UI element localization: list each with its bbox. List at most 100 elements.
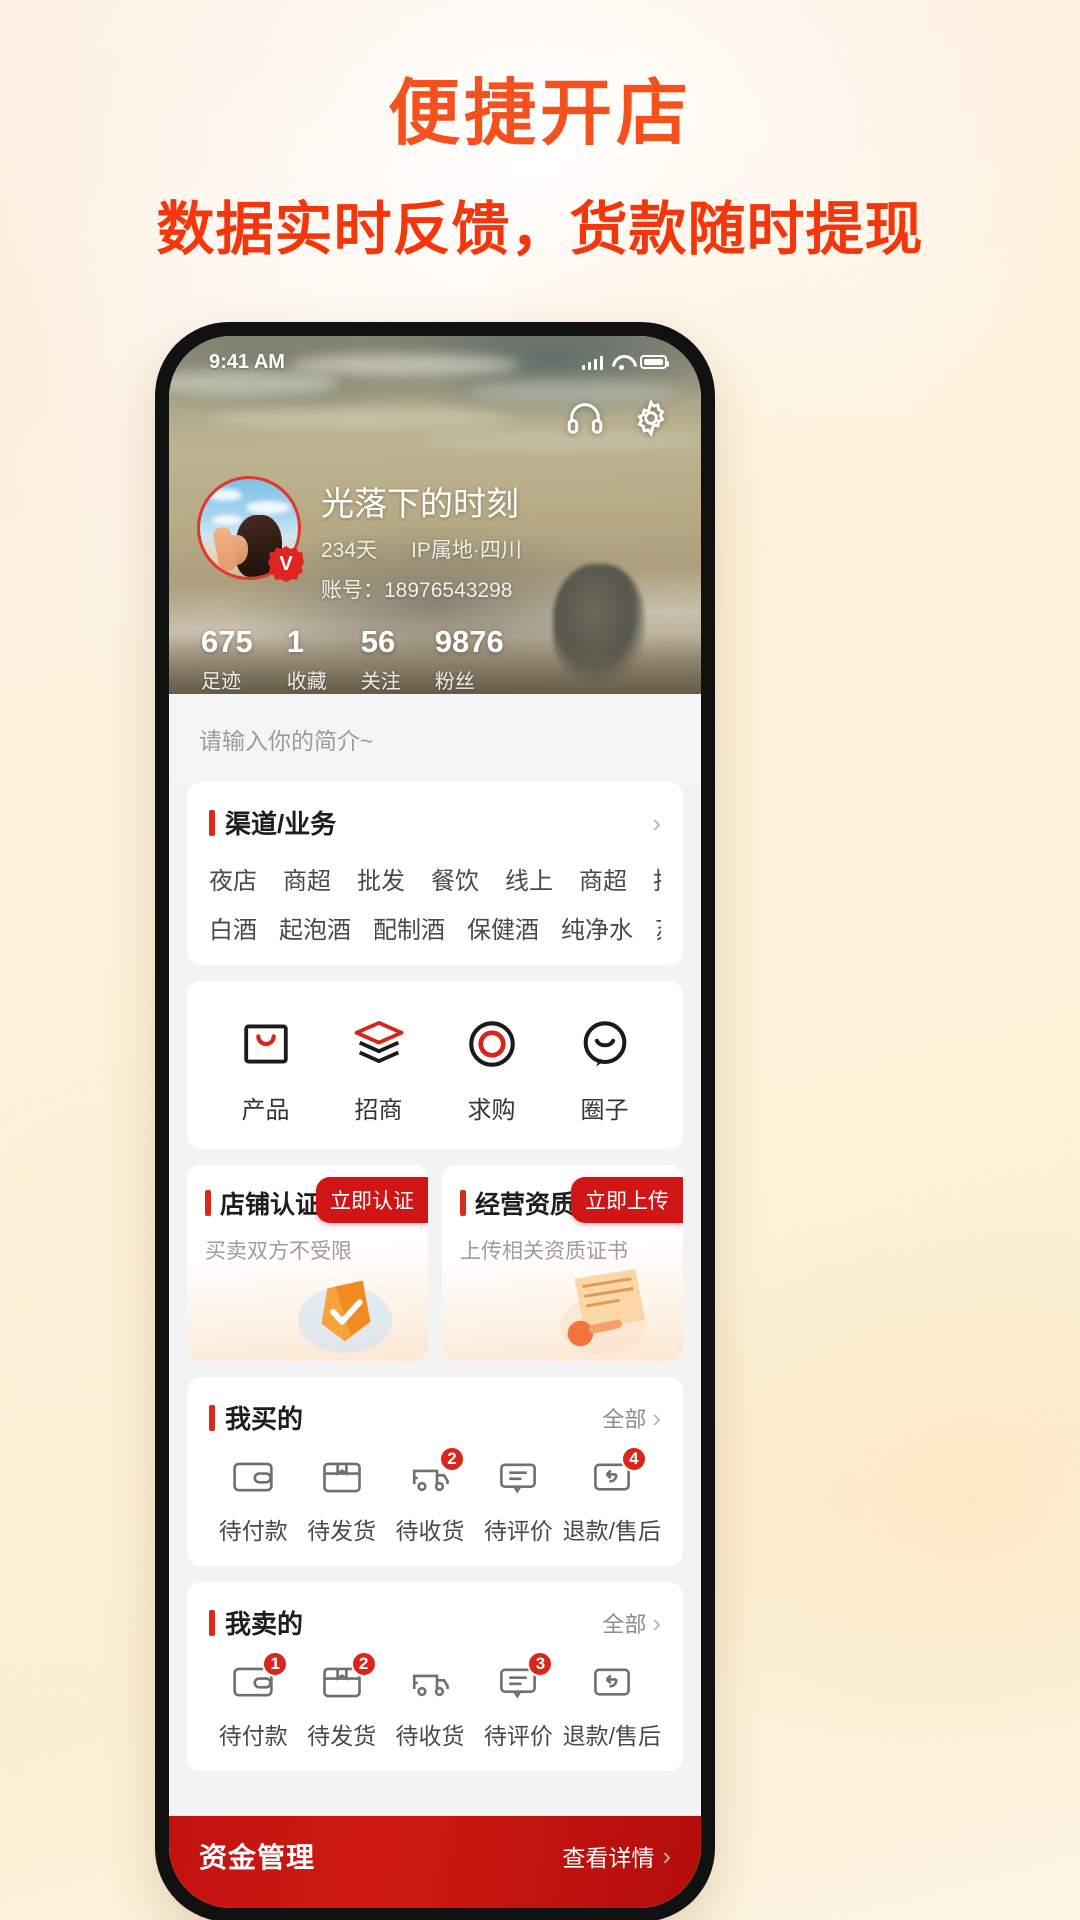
channel-tag[interactable]: 商超 — [283, 861, 331, 896]
order-label: 待收货 — [395, 1518, 465, 1544]
shop-certification-action[interactable]: 立即认证 — [316, 1177, 428, 1223]
business-qualification-title: 经营资质 — [475, 1191, 576, 1219]
channel-tag[interactable]: 餐饮 — [431, 861, 479, 896]
section-accent-bar — [209, 1609, 215, 1636]
status-time: 9:41 AM — [209, 350, 285, 373]
layers-icon — [352, 1017, 406, 1076]
channel-tag[interactable]: 线上 — [505, 861, 553, 896]
sold-status-shipped[interactable]: 待收货 — [386, 1659, 474, 1751]
stat-value: 675 — [201, 624, 253, 660]
channel-tag[interactable]: 商超 — [579, 861, 627, 896]
bought-more-label: 全部 — [602, 1406, 647, 1432]
bought-view-all[interactable]: 全部 › — [602, 1402, 661, 1434]
refund-icon — [587, 1659, 637, 1705]
order-label: 待付款 — [218, 1518, 288, 1544]
category-tag[interactable]: 纯净水 — [561, 910, 633, 945]
channel-tag[interactable]: 批发 — [653, 861, 661, 896]
category-tag[interactable]: 苏打气泡… — [655, 910, 661, 945]
chevron-right-icon[interactable]: › — [652, 810, 661, 836]
sold-title: 我卖的 — [225, 1609, 304, 1639]
profile-stats: 675 足迹 1 收藏 56 关注 9876 粉丝 — [197, 626, 673, 694]
order-label: 待评价 — [483, 1518, 553, 1544]
bought-status-shipped[interactable]: 2 待收货 — [386, 1446, 474, 1546]
sold-status-unreviewed[interactable]: 3 待评价 — [474, 1651, 562, 1751]
stat-label: 收藏 — [286, 670, 327, 693]
promo-header: 便捷开店 数据实时反馈，货款随时提现 — [0, 0, 1080, 266]
business-qualification-card[interactable]: 立即上传 经营资质 上传相关资质证书 — [442, 1165, 683, 1361]
phone-screen: 9:41 AM V 光落下的时刻 234天 IP属地·四川 账号：1897654… — [169, 336, 701, 1908]
bought-status-refund[interactable]: 4 退款/售后 — [562, 1446, 662, 1546]
quick-action-circle[interactable]: 圈子 — [548, 1003, 661, 1129]
bought-status-unshipped[interactable]: 待发货 — [297, 1454, 385, 1546]
business-qualification-subtitle: 上传相关资质证书 — [460, 1240, 628, 1263]
refund-icon: 4 — [587, 1446, 647, 1500]
badge-count: 1 — [262, 1651, 289, 1677]
business-qualification-action[interactable]: 立即上传 — [571, 1177, 683, 1223]
truck-icon: 2 — [405, 1446, 466, 1500]
badge-count: 2 — [350, 1651, 377, 1677]
sold-status-refund[interactable]: 退款/售后 — [563, 1659, 661, 1751]
headset-icon[interactable] — [565, 398, 605, 438]
quick-action-label: 产品 — [241, 1097, 290, 1124]
sold-status-unshipped[interactable]: 2 待发货 — [297, 1651, 385, 1751]
channel-title: 渠道/业务 — [225, 809, 337, 839]
order-label: 待发货 — [307, 1518, 377, 1544]
shop-certification-title: 店铺认证 — [220, 1191, 321, 1219]
bio-input[interactable]: 请输入你的简介~ — [169, 694, 701, 782]
channel-card[interactable]: 渠道/业务 › 夜店 商超 批发 餐饮 线上 商超 批发 餐饮… 白酒 起泡酒 … — [187, 782, 683, 965]
order-label: 退款/售后 — [562, 1518, 662, 1544]
category-tag[interactable]: 保健酒 — [467, 910, 539, 945]
stat-followers[interactable]: 9876 粉丝 — [435, 626, 538, 694]
bought-status-unpaid[interactable]: 待付款 — [209, 1454, 297, 1546]
quick-action-purchase[interactable]: 求购 — [435, 1003, 548, 1129]
channel-tag[interactable]: 夜店 — [209, 861, 257, 896]
profile-block: V 光落下的时刻 234天 IP属地·四川 账号：18976543298 675… — [169, 476, 701, 694]
sold-view-all[interactable]: 全部 › — [602, 1607, 661, 1639]
fund-management-action: 查看详情 — [562, 1845, 655, 1871]
section-accent-bar — [460, 1190, 466, 1216]
account-number: 18976543298 — [384, 579, 513, 603]
stat-value: 1 — [286, 624, 304, 660]
fund-management-title: 资金管理 — [199, 1842, 316, 1873]
quick-action-label: 招商 — [354, 1097, 403, 1124]
phone-mockup: 9:41 AM V 光落下的时刻 234天 IP属地·四川 账号：1897654… — [155, 322, 715, 1920]
sold-status-unpaid[interactable]: 1 待付款 — [209, 1651, 297, 1751]
quick-action-label: 求购 — [467, 1097, 516, 1124]
gear-icon[interactable] — [631, 398, 671, 438]
shop-certification-subtitle: 买卖双方不受限 — [205, 1240, 352, 1263]
section-accent-bar — [209, 809, 215, 836]
order-label: 退款/售后 — [562, 1723, 662, 1749]
signal-icon — [581, 355, 603, 370]
fund-management-bar[interactable]: 资金管理 查看详情 › — [169, 1816, 701, 1908]
quick-action-label: 圈子 — [580, 1097, 629, 1124]
channel-tags: 夜店 商超 批发 餐饮 线上 商超 批发 餐饮… — [209, 861, 661, 896]
channel-tag[interactable]: 批发 — [357, 861, 405, 896]
order-label: 待发货 — [307, 1723, 377, 1749]
profile-ip-location: IP属地·四川 — [411, 539, 522, 563]
stat-footprints[interactable]: 675 足迹 — [201, 626, 287, 694]
comment-icon: 3 — [493, 1651, 554, 1705]
shopping-bag-icon — [239, 1017, 293, 1076]
wallet-icon — [228, 1454, 278, 1500]
category-tag[interactable]: 白酒 — [209, 910, 257, 945]
bought-status-unreviewed[interactable]: 待评价 — [474, 1454, 562, 1546]
stat-favorites[interactable]: 1 收藏 — [287, 626, 361, 694]
shop-certification-card[interactable]: 立即认证 店铺认证 买卖双方不受限 — [187, 1165, 428, 1361]
wallet-icon: 1 — [228, 1651, 289, 1705]
avatar[interactable]: V — [197, 476, 304, 582]
quick-actions-card: 产品 招商 求购 圈子 — [187, 981, 683, 1149]
stat-label: 关注 — [360, 670, 401, 693]
chat-bubble-icon — [578, 1017, 632, 1076]
package-icon: 2 — [317, 1651, 377, 1705]
profile-name: 光落下的时刻 — [321, 485, 519, 522]
category-tag[interactable]: 起泡酒 — [279, 910, 351, 945]
badge-count: 2 — [439, 1446, 466, 1472]
section-accent-bar — [209, 1404, 215, 1431]
order-label: 待评价 — [483, 1723, 553, 1749]
section-accent-bar — [205, 1190, 211, 1216]
stat-following[interactable]: 56 关注 — [361, 626, 435, 694]
header-actions — [565, 398, 671, 438]
category-tag[interactable]: 配制酒 — [373, 910, 445, 945]
quick-action-products[interactable]: 产品 — [209, 1003, 322, 1129]
quick-action-investment[interactable]: 招商 — [322, 1003, 435, 1129]
